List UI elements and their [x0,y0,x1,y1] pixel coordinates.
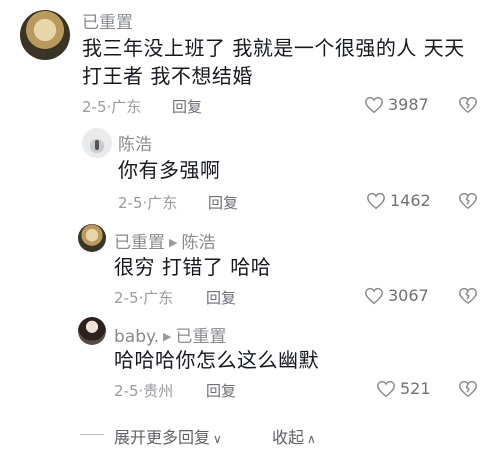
chevron-down-icon: ∨ [213,432,222,446]
like-count: 521 [400,379,431,398]
comment-date: 2-5 [114,289,139,307]
heart-outline-icon [377,380,395,397]
reply-button[interactable]: 回复 [206,380,236,401]
heart-outline-icon [365,96,383,113]
comment-meta: 2-5·广东 [118,194,178,212]
comment-text: 你有多强啊 [118,158,221,182]
heart-outline-icon [367,192,385,209]
comment-meta: 2-5·广东 [82,98,142,116]
reply-button[interactable]: 回复 [172,96,202,117]
comment-username[interactable]: baby. [114,327,159,347]
like-button[interactable]: 1462 [366,191,431,210]
comment-username-line: baby. ▶ 已重置 [114,322,227,347]
avatar[interactable] [78,224,106,252]
comment-username[interactable]: 已重置 [82,8,133,33]
reply-button[interactable]: 回复 [206,287,236,308]
like-button[interactable]: 3067 [364,286,429,305]
comment-date: 2-5 [82,98,107,116]
avatar[interactable] [82,128,112,158]
comment-username-line: 已重置 ▶ 陈浩 [114,228,215,253]
chevron-up-icon: ∧ [307,432,316,446]
like-button[interactable]: 3987 [364,95,429,114]
like-count: 3067 [388,286,429,305]
like-button[interactable]: 521 [376,379,431,398]
triangle-right-icon: ▶ [163,330,172,343]
comment-username[interactable]: 陈浩 [118,130,152,155]
comment-meta: 2-5·广东 [114,289,174,307]
triangle-right-icon: ▶ [169,236,178,249]
comment-meta: 2-5·贵州 [114,382,174,400]
comment-date: 2-5 [114,382,139,400]
comment-location: 广东 [111,98,142,116]
comment-location: 贵州 [143,382,174,400]
comment-username[interactable]: 已重置 [114,233,165,253]
divider [80,434,104,435]
comment-location: 广东 [143,289,174,307]
broken-heart-icon[interactable] [458,192,478,210]
comment-location: 广东 [147,194,178,212]
reply-button[interactable]: 回复 [208,192,238,213]
comment-text: 很穷 打错了 哈哈 [114,255,272,279]
heart-outline-icon [365,287,383,304]
expand-replies-button[interactable]: 展开更多回复 ∨ [114,424,222,448]
broken-heart-icon[interactable] [458,96,478,114]
collapse-replies-button[interactable]: 收起 ∧ [272,424,316,448]
reply-to-username[interactable]: 陈浩 [181,233,215,253]
avatar[interactable] [20,10,70,60]
comment-text: 哈哈哈你怎么这么幽默 [114,348,319,372]
like-count: 1462 [390,191,431,210]
expand-label: 展开更多回复 [114,428,211,447]
comment-text: 我三年没上班了 我就是一个很强的人 天天打王者 我不想结婚 [82,36,465,88]
broken-heart-icon[interactable] [458,287,478,305]
broken-heart-icon[interactable] [458,380,478,398]
comment-date: 2-5 [118,194,143,212]
collapse-label: 收起 [272,428,305,447]
avatar[interactable] [78,317,106,345]
reply-to-username[interactable]: 已重置 [176,327,227,347]
like-count: 3987 [388,95,429,114]
